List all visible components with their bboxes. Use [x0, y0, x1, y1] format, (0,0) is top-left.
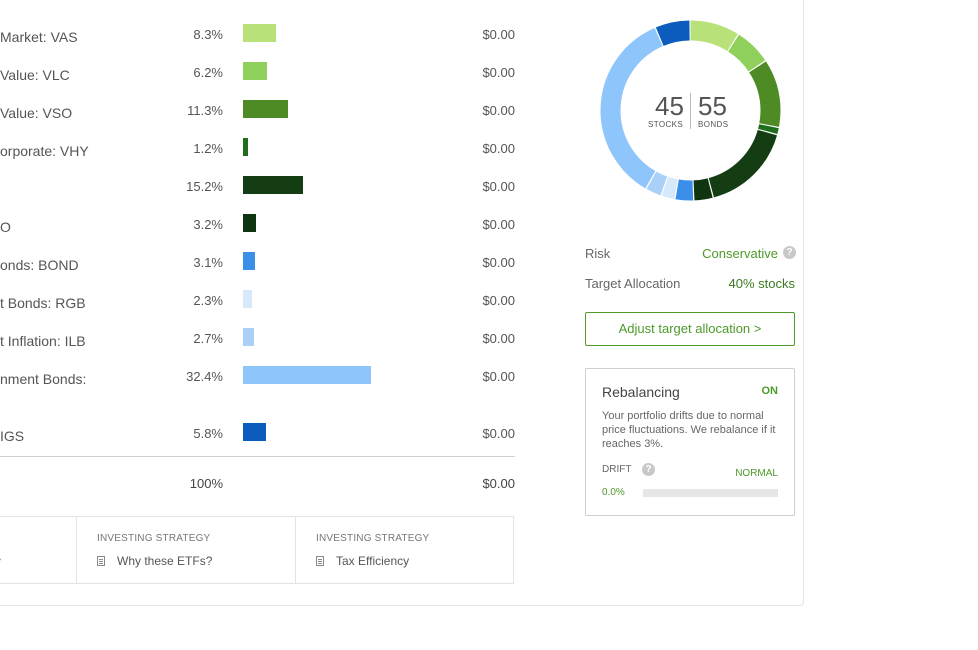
donut-divider [690, 93, 691, 129]
chevron-right-icon: › [0, 554, 1, 565]
holding-name: orporate: VHY [0, 143, 89, 159]
holding-amount: $0.00 [482, 293, 515, 308]
holding-bar [243, 176, 303, 194]
holding-row: nment Bonds: 32.4% $0.00 [0, 366, 520, 406]
holding-bar [243, 24, 276, 42]
holding-name: O [0, 219, 11, 235]
holding-name: t Inflation: ILB [0, 333, 86, 349]
question-icon[interactable]: ? [783, 246, 796, 259]
bonds-value: 55 [698, 91, 727, 121]
document-icon [97, 556, 105, 566]
holding-percent: 3.1% [193, 255, 223, 270]
totals-divider [0, 456, 515, 457]
holding-bar [243, 290, 252, 308]
holding-amount: $0.00 [482, 65, 515, 80]
holding-amount: $0.00 [482, 141, 515, 156]
holding-row: orporate: VHY 1.2% $0.00 [0, 138, 520, 178]
holding-bar [243, 328, 254, 346]
holding-amount: $0.00 [482, 331, 515, 346]
stocks-label: STOCKS [648, 120, 684, 129]
holding-amount: $0.00 [482, 369, 515, 384]
card-tag: INVESTING STRATEGY [97, 533, 211, 544]
holding-row: O 3.2% $0.00 [0, 214, 520, 254]
target-allocation-label: Target Allocation [585, 276, 681, 291]
holding-row: Value: VLC 6.2% $0.00 [0, 62, 520, 102]
drift-label: DRIFT [602, 464, 632, 475]
holding-row: 15.2% $0.00 [0, 176, 520, 216]
holding-bar [243, 214, 256, 232]
holding-bar [243, 366, 371, 384]
bonds-label: BONDS [698, 120, 729, 129]
holding-amount: $0.00 [482, 179, 515, 194]
holding-bar [243, 100, 288, 118]
holding-amount: $0.00 [482, 103, 515, 118]
risk-value: Conservative [702, 246, 778, 261]
question-icon[interactable]: ? [642, 463, 655, 476]
risk-label: Risk [585, 246, 611, 261]
card-tag: INVESTING STRATEGY [316, 533, 430, 544]
holding-amount: $0.00 [482, 255, 515, 270]
holding-percent: 1.2% [193, 141, 223, 156]
rebalancing-description: Your portfolio drifts due to normal pric… [602, 410, 776, 450]
holding-percent: 6.2% [193, 65, 223, 80]
total-percent: 100% [189, 476, 223, 491]
holding-percent: 32.4% [186, 369, 223, 384]
holding-percent: 3.2% [193, 217, 223, 232]
holding-percent: 15.2% [186, 179, 223, 194]
holding-bar [243, 62, 267, 80]
holding-percent: 11.3% [187, 103, 223, 118]
total-amount: $0.00 [482, 476, 515, 491]
holding-percent: 2.3% [193, 293, 223, 308]
holding-bar [243, 252, 255, 270]
card-divider [76, 516, 77, 584]
holding-row: t Bonds: RGB 2.3% $0.00 [0, 290, 520, 330]
holding-row: Value: VSO 11.3% $0.00 [0, 100, 520, 140]
holding-percent: 5.8% [193, 426, 223, 441]
holding-name: Market: VAS [0, 29, 78, 45]
holding-amount: $0.00 [482, 426, 515, 441]
holding-name: Value: VLC [0, 67, 70, 83]
holding-name: t Bonds: RGB [0, 295, 86, 311]
holding-row: t Inflation: ILB 2.7% $0.00 [0, 328, 520, 368]
holding-amount: $0.00 [482, 217, 515, 232]
holding-name: IGS [0, 428, 25, 444]
holding-amount: $0.00 [482, 27, 515, 42]
target-allocation-value: 40% stocks [728, 276, 795, 291]
holding-name: onds: BOND [0, 257, 79, 273]
tax-efficiency-link[interactable]: Tax Efficiency [336, 554, 409, 568]
holding-row: IGS 5.8% $0.00 [0, 423, 520, 463]
adjust-target-allocation-button[interactable]: Adjust target allocation > [585, 312, 795, 346]
holding-row: Market: VAS 8.3% $0.00 [0, 24, 520, 64]
stocks-value: 45 [655, 91, 684, 121]
holding-name: nment Bonds: [0, 371, 87, 387]
document-icon [316, 556, 324, 566]
why-these-etfs-link[interactable]: Why these ETFs? [117, 554, 212, 568]
strategy-cards [0, 516, 514, 584]
holding-row: onds: BOND 3.1% $0.00 [0, 252, 520, 292]
holding-percent: 2.7% [193, 331, 223, 346]
rebalancing-title: Rebalancing [602, 384, 680, 400]
drift-value: 0.0% [602, 487, 625, 498]
card-divider [295, 516, 296, 584]
drift-progress-bar [643, 489, 778, 497]
holding-percent: 8.3% [193, 27, 223, 42]
drift-status: NORMAL [735, 468, 778, 479]
rebalancing-status[interactable]: ON [740, 385, 779, 397]
holding-bar [243, 138, 248, 156]
holding-name: Value: VSO [0, 105, 73, 121]
holding-bar [243, 423, 266, 441]
